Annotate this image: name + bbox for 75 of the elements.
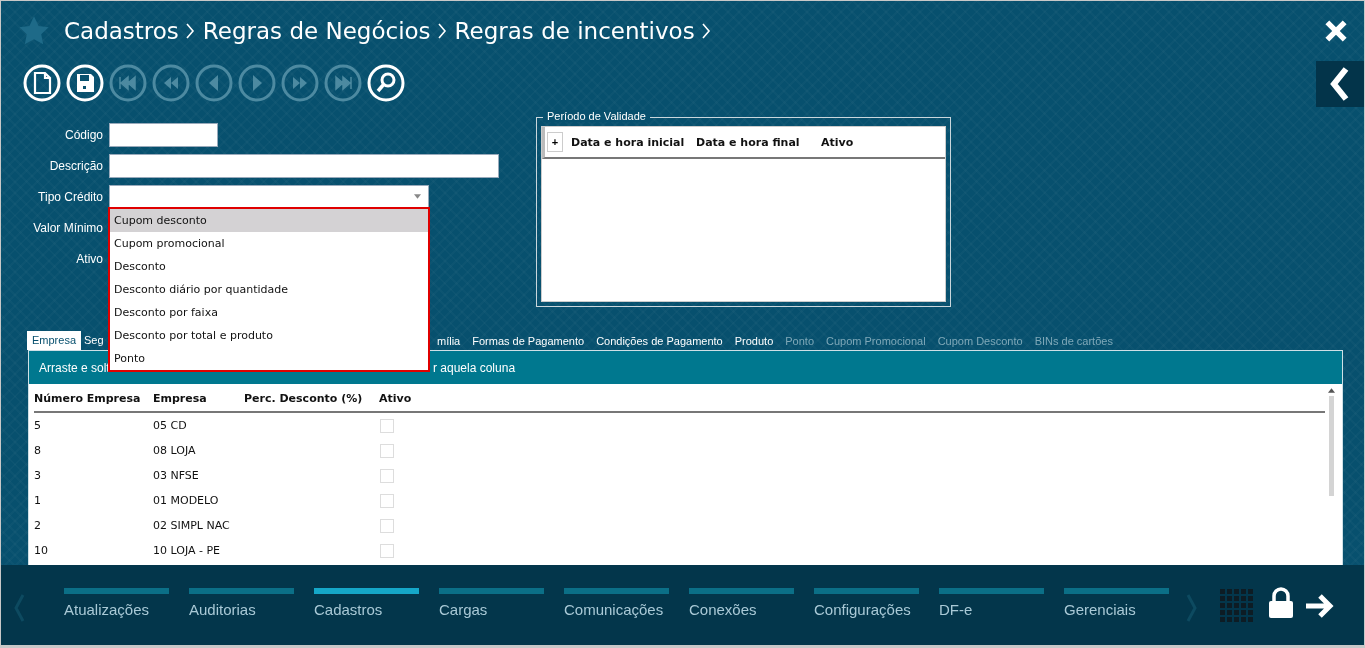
dropdown-option[interactable]: Cupom promocional: [110, 232, 428, 255]
field-label: Código: [63, 127, 103, 142]
star-icon: [18, 15, 50, 47]
table-cell-text: 01 MODELO: [153, 494, 220, 507]
column-header[interactable]: Empresa: [153, 392, 244, 405]
checkbox[interactable]: [380, 443, 394, 458]
chevron-icon: [184, 22, 195, 40]
back-button[interactable]: [1316, 61, 1364, 107]
table-cell-text: 3: [34, 469, 42, 482]
table-cell-text: 03 NFSE: [153, 469, 200, 482]
module-tab[interactable]: Atualizações: [64, 588, 169, 618]
dropdown-option[interactable]: Desconto diário por quantidade: [110, 278, 428, 301]
column-header[interactable]: Data e hora final: [696, 135, 821, 149]
new-document-button[interactable]: [23, 64, 61, 102]
module-tab[interactable]: Cadastros: [314, 588, 419, 618]
table-cell-text: 02 SIMPL NAC: [153, 519, 231, 532]
table-cell-text: 10: [34, 544, 49, 557]
field-label: Valor Mínimo: [32, 220, 103, 235]
hint-text: r aquela coluna: [433, 360, 517, 375]
table-cell-text: 05 CD: [153, 419, 188, 432]
dropdown-option[interactable]: Ponto: [110, 347, 428, 370]
module-tab[interactable]: Gerenciais: [1064, 588, 1169, 618]
tab[interactable]: mília: [431, 332, 467, 350]
field-label: Ativo: [75, 251, 103, 266]
lock-icon[interactable]: [1268, 587, 1294, 619]
hint-text: Arraste e solt: [39, 360, 111, 375]
checkbox[interactable]: [380, 518, 394, 533]
dropdown-field[interactable]: [109, 184, 429, 209]
field-label: Descrição: [48, 158, 103, 173]
table-cell-text: 08 LOJA: [153, 444, 197, 457]
logout-arrow-icon[interactable]: [1304, 593, 1336, 619]
text-field[interactable]: [109, 122, 218, 147]
dropdown-option[interactable]: Desconto por total e produto: [110, 324, 428, 347]
module-tab[interactable]: DF-e: [939, 588, 1044, 618]
chevron-icon: [700, 22, 711, 40]
column-header[interactable]: Perc. Desconto (%): [244, 392, 379, 405]
table-cell-text: 1: [34, 494, 42, 507]
dropdown-option[interactable]: Desconto: [110, 255, 428, 278]
tab[interactable]: Produto: [728, 332, 780, 350]
module-tab[interactable]: Configurações: [814, 588, 919, 618]
field-label: Tipo Crédito: [37, 189, 103, 204]
breadcrumb-item[interactable]: Regras de incentivos: [454, 18, 695, 44]
column-header[interactable]: Ativo: [379, 392, 459, 405]
dropdown-option[interactable]: Cupom desconto: [110, 209, 428, 232]
tab[interactable]: Condições de Pagamento: [590, 332, 729, 350]
column-header[interactable]: Data e hora inicial: [571, 135, 696, 149]
tab[interactable]: Seg: [81, 331, 104, 350]
chevron-icon: [436, 22, 447, 40]
add-button[interactable]: +: [547, 132, 563, 152]
tab[interactable]: Empresa: [27, 331, 82, 350]
module-tab[interactable]: Cargas: [439, 588, 544, 618]
checkbox[interactable]: [380, 468, 394, 483]
apps-grid-icon[interactable]: [1220, 589, 1254, 623]
table-cell-text: 10 LOJA - PE: [153, 544, 221, 557]
search-button[interactable]: [367, 64, 405, 102]
table-cell-text: 8: [34, 444, 42, 457]
module-tab[interactable]: Auditorias: [189, 588, 294, 618]
column-header[interactable]: Número Empresa: [34, 392, 153, 405]
module-tab[interactable]: Comunicações: [564, 588, 669, 618]
breadcrumb-item[interactable]: Regras de Negócios: [202, 18, 431, 44]
save-button[interactable]: [66, 64, 104, 102]
module-tab[interactable]: Conexões: [689, 588, 794, 618]
checkbox[interactable]: [380, 493, 394, 508]
breadcrumb-item[interactable]: Cadastros: [64, 18, 179, 44]
checkbox[interactable]: [380, 543, 394, 558]
column-header[interactable]: Ativo: [821, 135, 854, 149]
scroll-up-icon[interactable]: [1328, 388, 1335, 393]
table-cell-text: 5: [34, 419, 42, 432]
table-cell-text: 2: [34, 519, 42, 532]
fieldset-legend: Período de Validade: [543, 110, 650, 122]
caret-icon: [414, 194, 421, 199]
tab[interactable]: Formas de Pagamento: [466, 332, 591, 350]
dropdown-option[interactable]: Desconto por faixa: [110, 301, 428, 324]
checkbox[interactable]: [380, 418, 394, 433]
text-field[interactable]: [109, 153, 499, 178]
